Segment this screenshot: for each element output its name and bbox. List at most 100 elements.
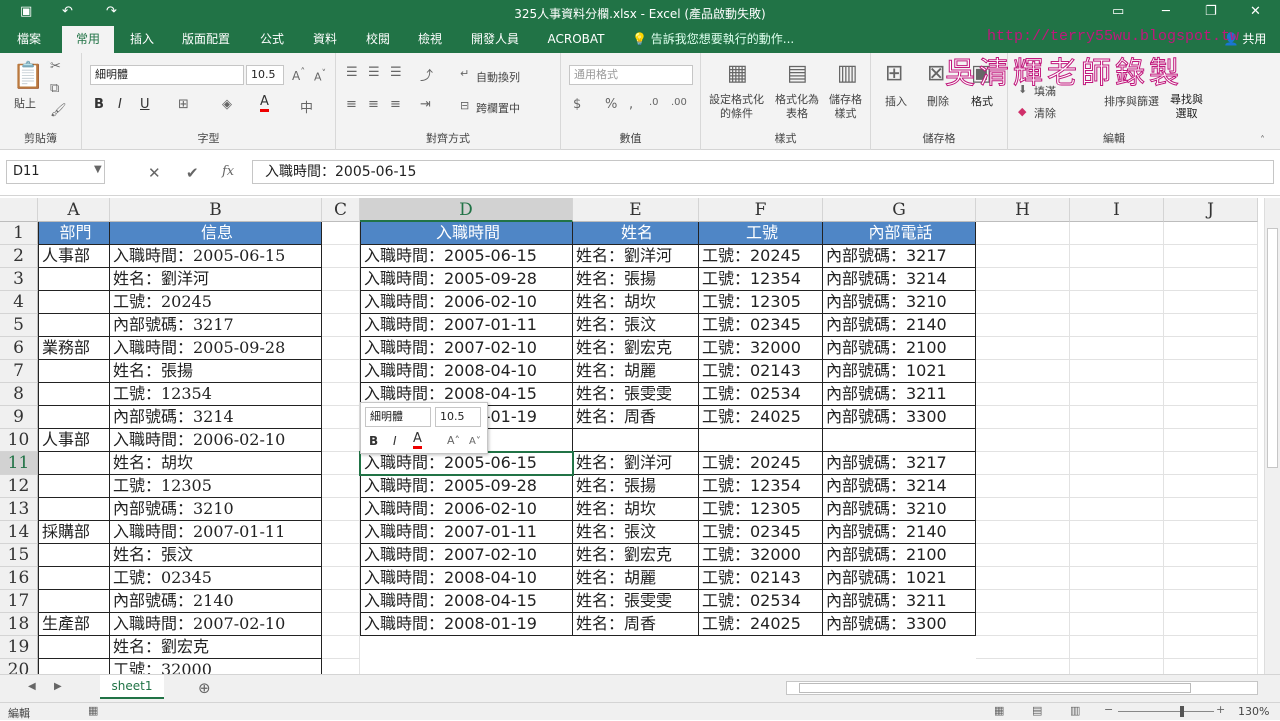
macro-record-icon[interactable]: ▦ — [88, 704, 98, 717]
info-cell[interactable]: 內部號碼：3214 — [110, 406, 322, 429]
mini-bold-icon[interactable]: B — [369, 434, 378, 448]
info-cell[interactable]: 工號：20245 — [110, 291, 322, 314]
row-header-19[interactable]: 19 — [0, 636, 38, 659]
paste-icon[interactable]: 📋 — [12, 61, 44, 91]
result-cell[interactable]: 工號：02345 — [699, 314, 823, 337]
insert-function-icon[interactable]: fx — [222, 164, 234, 179]
cell-j18[interactable] — [1164, 613, 1258, 636]
result-cell[interactable]: 姓名：劉宏克 — [573, 337, 699, 360]
underline-icon[interactable]: U — [140, 97, 150, 112]
info-cell[interactable]: 內部號碼：3210 — [110, 498, 322, 521]
cell-c8[interactable] — [322, 383, 360, 406]
result-cell[interactable]: 姓名：張汶 — [573, 314, 699, 337]
cell-i9[interactable] — [1070, 406, 1164, 429]
close-icon[interactable]: ✕ — [1250, 4, 1261, 19]
cell-j4[interactable] — [1164, 291, 1258, 314]
column-header-i[interactable]: I — [1070, 198, 1164, 222]
cell-i10[interactable] — [1070, 429, 1164, 452]
department-cell[interactable] — [38, 452, 110, 475]
result-cell[interactable]: 入職時間：2007-02-10 — [360, 337, 573, 360]
vertical-scroll-thumb[interactable] — [1267, 228, 1278, 468]
tab-acrobat[interactable]: ACROBAT — [538, 26, 614, 53]
format-table-icon[interactable]: ▤ — [787, 61, 808, 86]
mini-italic-icon[interactable]: I — [393, 434, 397, 448]
result-cell[interactable]: 姓名：張雯雯 — [573, 590, 699, 613]
cell-h13[interactable] — [976, 498, 1070, 521]
result-cell[interactable]: 姓名：張汶 — [573, 521, 699, 544]
result-cell[interactable]: 入職時間：2008-01-19 — [360, 613, 573, 636]
comma-icon[interactable]: , — [629, 97, 633, 112]
department-cell[interactable] — [38, 314, 110, 337]
cell-j7[interactable] — [1164, 360, 1258, 383]
result-cell[interactable]: 姓名：周香 — [573, 613, 699, 636]
column-header-e[interactable]: E — [573, 198, 699, 222]
result-cell[interactable]: 內部號碼：2140 — [823, 521, 976, 544]
result-cell[interactable]: 姓名：張雯雯 — [573, 383, 699, 406]
cell-j16[interactable] — [1164, 567, 1258, 590]
info-cell[interactable]: 姓名：劉洋河 — [110, 268, 322, 291]
row-header-8[interactable]: 8 — [0, 383, 38, 406]
cell-j3[interactable] — [1164, 268, 1258, 291]
cell-c13[interactable] — [322, 498, 360, 521]
name-box-dropdown-icon[interactable]: ▼ — [94, 164, 102, 175]
result-cell[interactable]: 工號：32000 — [699, 544, 823, 567]
result-cell[interactable]: 入職時間：2005-06-15 — [360, 245, 573, 268]
result-cell[interactable]: 內部號碼：3300 — [823, 613, 976, 636]
department-cell[interactable] — [38, 291, 110, 314]
phonetic-icon[interactable]: 中 — [300, 97, 313, 116]
align-bottom-icon[interactable]: ☰ — [390, 65, 402, 80]
collapse-ribbon-icon[interactable]: ˄ — [1260, 135, 1265, 146]
info-cell[interactable]: 工號：32000 — [110, 659, 322, 674]
result-cell[interactable]: 內部號碼：3300 — [823, 406, 976, 429]
cell-i14[interactable] — [1070, 521, 1164, 544]
result-cell[interactable]: 工號：12354 — [699, 268, 823, 291]
result-cell[interactable]: 工號：20245 — [699, 245, 823, 268]
cell-j5[interactable] — [1164, 314, 1258, 337]
mini-font-color-icon[interactable]: A — [413, 432, 422, 449]
cell-h3[interactable] — [976, 268, 1070, 291]
ribbon-display-icon[interactable]: ▭ — [1112, 4, 1124, 19]
tell-me-box[interactable]: 💡 告訴我您想要執行的動作... — [632, 26, 800, 53]
result-cell[interactable]: 姓名：張揚 — [573, 475, 699, 498]
increase-decimal-icon[interactable]: .0 — [649, 97, 659, 108]
number-format-box[interactable]: 通用格式 — [569, 65, 693, 85]
cell-i13[interactable] — [1070, 498, 1164, 521]
column-header-c[interactable]: C — [322, 198, 360, 222]
cell-i5[interactable] — [1070, 314, 1164, 337]
cell-i20[interactable] — [1070, 659, 1164, 674]
result-cell[interactable]: 入職時間：2007-01-11 — [360, 521, 573, 544]
department-cell[interactable] — [38, 659, 110, 674]
department-cell[interactable]: 人事部 — [38, 245, 110, 268]
table-header-info[interactable]: 信息 — [110, 222, 322, 245]
info-cell[interactable]: 內部號碼：3217 — [110, 314, 322, 337]
cell-h5[interactable] — [976, 314, 1070, 337]
cell-c5[interactable] — [322, 314, 360, 337]
result-cell[interactable]: 工號：02534 — [699, 590, 823, 613]
align-middle-icon[interactable]: ☰ — [368, 65, 380, 80]
cell-c16[interactable] — [322, 567, 360, 590]
cell-c11[interactable] — [322, 452, 360, 475]
result-cell[interactable]: 姓名：劉洋河 — [573, 245, 699, 268]
cell-h2[interactable] — [976, 245, 1070, 268]
currency-icon[interactable]: $ — [573, 97, 581, 112]
result-cell[interactable]: 工號：20245 — [699, 452, 823, 475]
result-cell[interactable]: 姓名：胡坎 — [573, 291, 699, 314]
row-header-12[interactable]: 12 — [0, 475, 38, 498]
cell-i1[interactable] — [1070, 222, 1164, 245]
conditional-format-label[interactable]: 設定格式化 的條件 — [709, 93, 764, 121]
info-cell[interactable]: 姓名：張揚 — [110, 360, 322, 383]
row-header-14[interactable]: 14 — [0, 521, 38, 544]
department-cell[interactable] — [38, 544, 110, 567]
align-right-icon[interactable]: ≡ — [390, 97, 401, 112]
sheet-tab-sheet1[interactable]: sheet1 — [100, 675, 164, 699]
cell-i11[interactable] — [1070, 452, 1164, 475]
prev-sheet-icon[interactable]: ◀ — [28, 681, 36, 692]
row-header-5[interactable]: 5 — [0, 314, 38, 337]
result-cell[interactable]: 內部號碼：2100 — [823, 544, 976, 567]
result-cell[interactable]: 工號：12305 — [699, 291, 823, 314]
result-cell[interactable]: 姓名：張揚 — [573, 268, 699, 291]
column-header-h[interactable]: H — [976, 198, 1070, 222]
cell-j12[interactable] — [1164, 475, 1258, 498]
insert-cells-label[interactable]: 插入 — [885, 93, 907, 109]
result-cell[interactable]: 內部號碼：3211 — [823, 590, 976, 613]
